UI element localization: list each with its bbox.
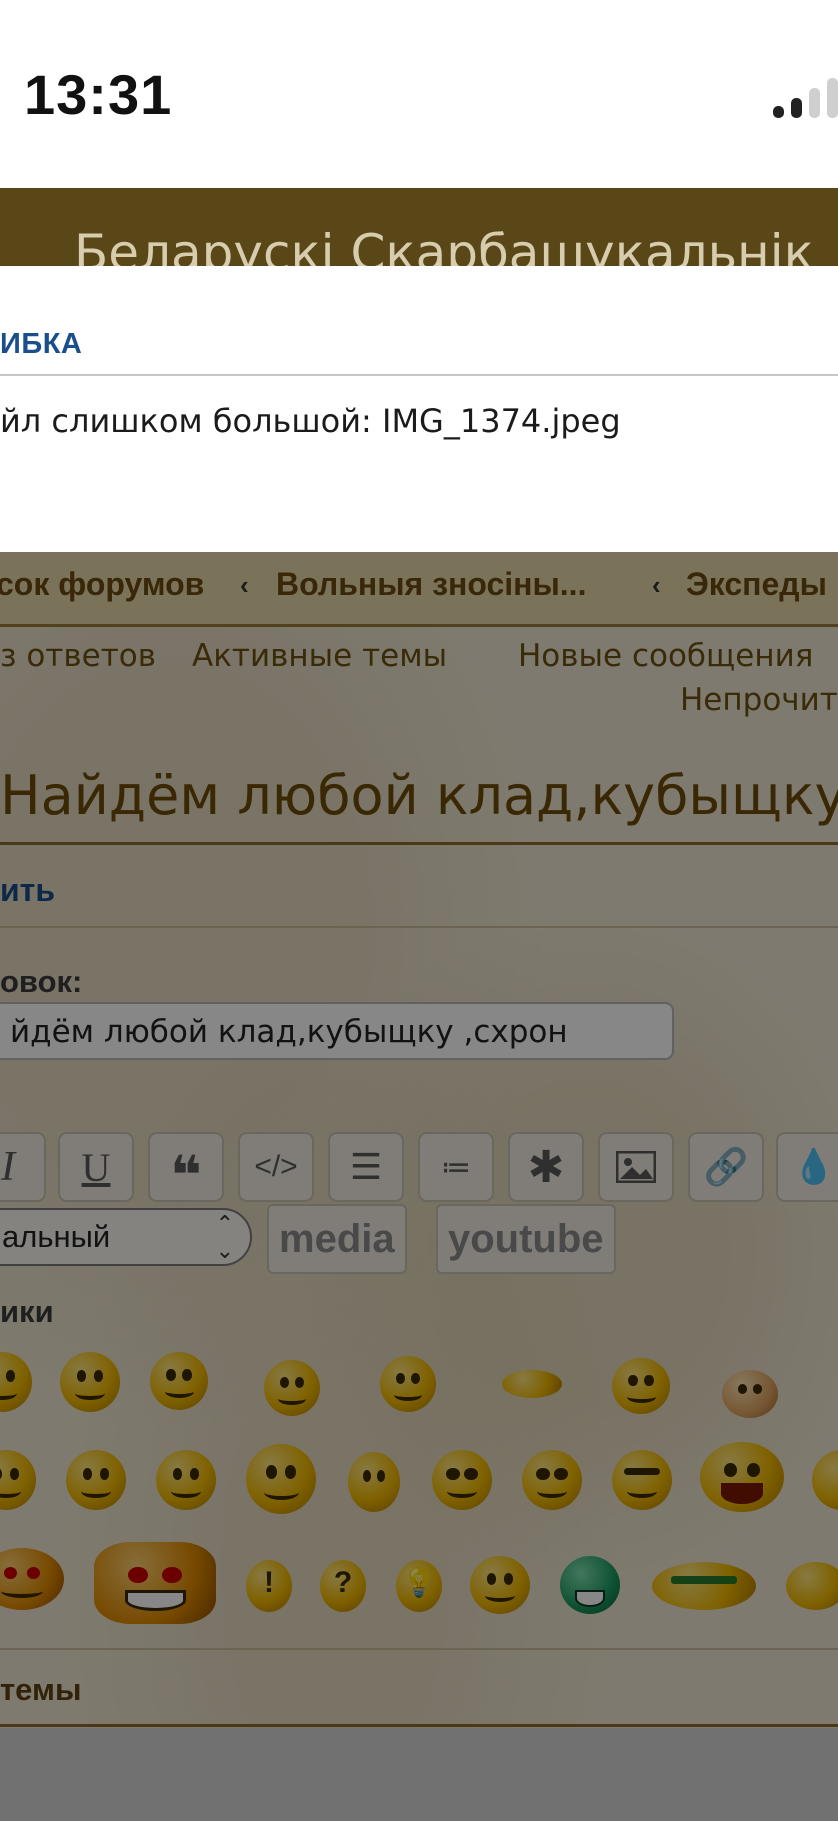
signal-icon	[773, 78, 838, 118]
site-header: Беларускі Скарбашукальнік	[0, 188, 838, 266]
modal-backdrop[interactable]	[0, 552, 838, 1821]
error-dialog: ИБКА йл слишком большой: IMG_1374.jpeg	[0, 266, 838, 552]
dialog-message: йл слишком большой: IMG_1374.jpeg	[0, 402, 621, 440]
dialog-title: ИБКА	[0, 328, 83, 360]
status-time: 13:31	[24, 63, 173, 126]
status-bar: 13:31	[0, 0, 838, 188]
site-title: Беларускі Скарбашукальнік	[74, 224, 814, 266]
dialog-divider	[0, 374, 838, 376]
